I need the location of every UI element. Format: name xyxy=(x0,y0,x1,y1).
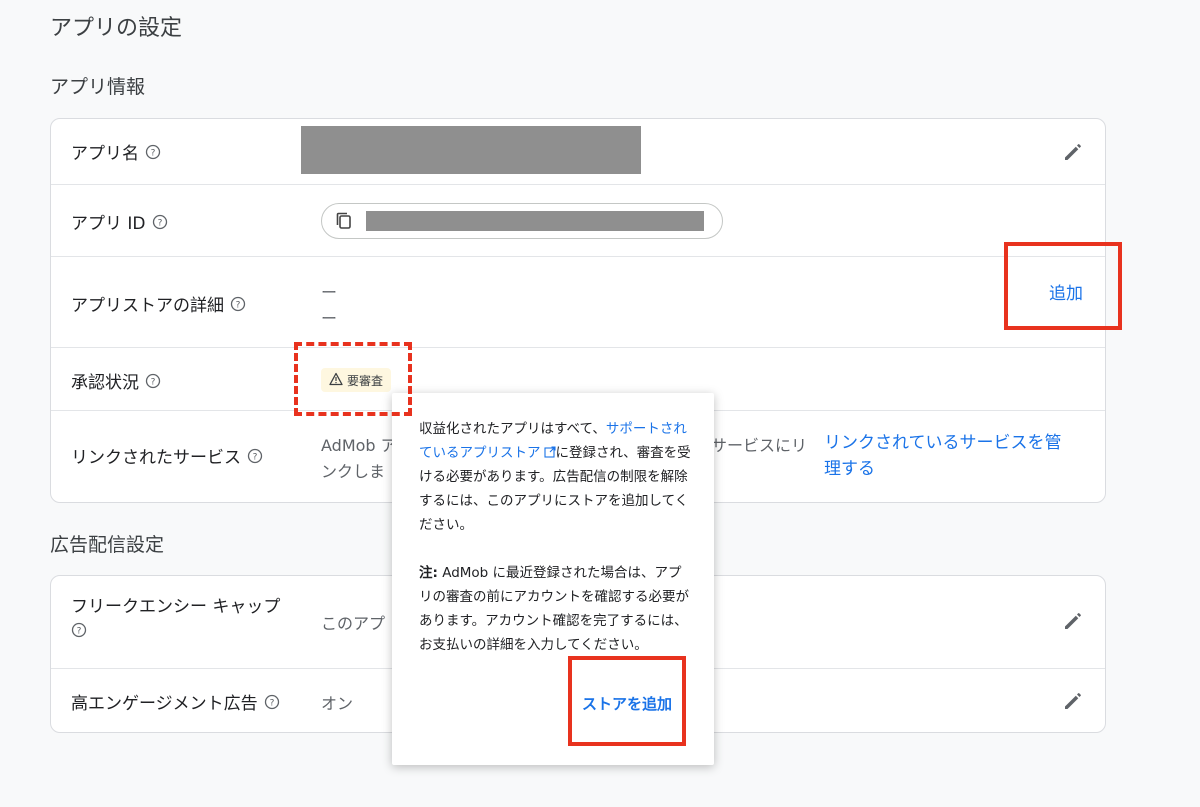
app-info-section-title: アプリ情報 xyxy=(50,76,146,98)
store-value-2: ー xyxy=(321,309,338,328)
ad-serving-section-title: 広告配信設定 xyxy=(50,534,165,556)
copy-icon[interactable] xyxy=(334,211,354,231)
svg-text:?: ? xyxy=(151,148,156,158)
store-value-1: ー xyxy=(321,283,338,302)
row-label: 承認状況 xyxy=(71,373,139,393)
edit-icon[interactable] xyxy=(1061,609,1085,633)
row-label: 高エンゲージメント広告 xyxy=(71,694,258,714)
linked-services-text-2: ンクしま xyxy=(321,462,386,481)
app-id-pill xyxy=(321,203,723,239)
note-label: 注: xyxy=(419,565,438,581)
row-label: アプリ名 xyxy=(71,144,139,164)
help-icon[interactable]: ? xyxy=(152,214,168,230)
row-label: アプリストアの詳細 xyxy=(71,296,224,316)
help-icon[interactable]: ? xyxy=(230,296,246,312)
linked-services-text-right: サービスにリ xyxy=(711,436,808,455)
svg-text:?: ? xyxy=(157,218,162,228)
svg-text:?: ? xyxy=(253,452,258,462)
help-icon[interactable]: ? xyxy=(145,144,161,160)
svg-text:?: ? xyxy=(151,377,156,387)
row-app-name: アプリ名 ? xyxy=(51,119,1105,184)
app-id-redacted xyxy=(366,211,704,231)
help-icon[interactable]: ? xyxy=(264,694,280,710)
linked-services-text-1: AdMob ア xyxy=(321,436,397,455)
highlight-add-store-button xyxy=(568,656,686,746)
row-app-id: アプリ ID ? xyxy=(51,184,1105,257)
row-label: リンクされたサービス xyxy=(71,448,241,468)
popup-note-text: AdMob に最近登録された場合は、アプリの審査の前にアカウントを確認する必要が… xyxy=(419,565,689,653)
popup-text: 収益化されたアプリはすべて、 xyxy=(419,421,606,437)
svg-text:?: ? xyxy=(269,698,274,708)
high-engagement-value: オン xyxy=(321,694,354,713)
page-title: アプリの設定 xyxy=(50,16,183,41)
help-icon[interactable]: ? xyxy=(247,448,263,464)
external-link-icon[interactable] xyxy=(543,442,556,458)
manage-linked-services-link[interactable]: リンクされているサービスを管 理する xyxy=(824,430,1062,482)
svg-text:?: ? xyxy=(236,300,241,310)
app-name-redacted xyxy=(301,126,641,174)
row-label: アプリ ID xyxy=(71,214,146,234)
svg-text:?: ? xyxy=(77,627,82,637)
row-app-store-details: アプリストアの詳細 ? ー ー 追加 xyxy=(51,256,1105,348)
highlight-add-store xyxy=(1004,242,1122,330)
row-label: フリークエンシー キャップ xyxy=(71,597,281,617)
edit-icon[interactable] xyxy=(1061,689,1085,713)
help-icon[interactable]: ? xyxy=(145,373,161,389)
highlight-status-badge xyxy=(294,342,412,416)
frequency-cap-value: このアプ xyxy=(321,614,386,633)
help-icon[interactable]: ? xyxy=(71,622,87,638)
edit-icon[interactable] xyxy=(1061,140,1085,164)
